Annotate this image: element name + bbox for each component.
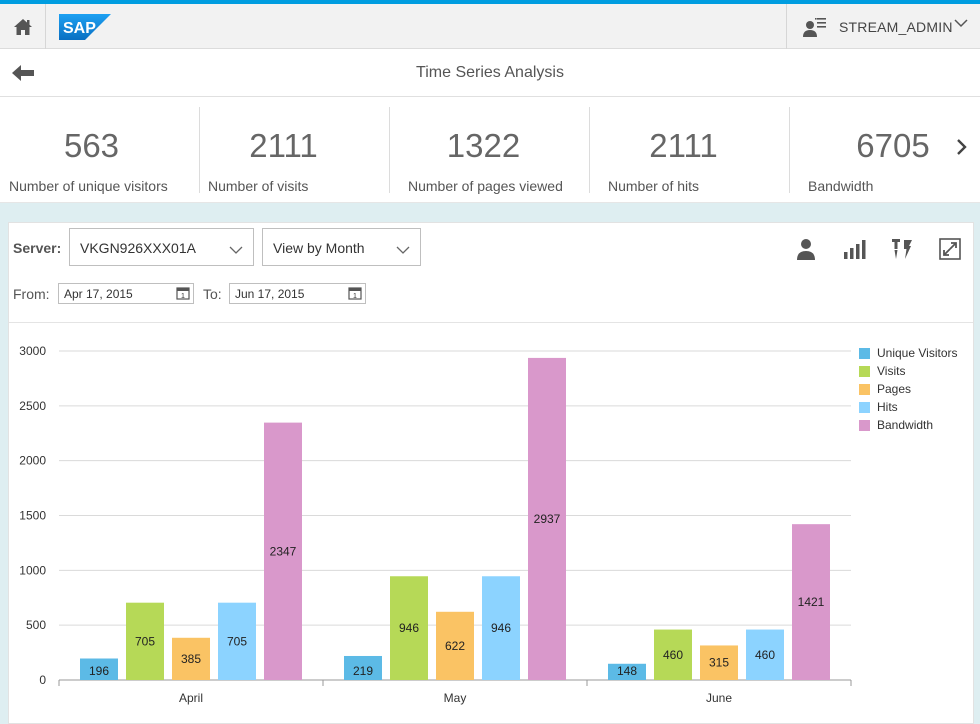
user-menu-icon — [803, 17, 826, 37]
data-label: 219 — [353, 664, 373, 678]
shell-bar: SAP STREAM_ADMIN — [0, 0, 980, 49]
data-label: 2347 — [270, 544, 297, 558]
data-label: 148 — [617, 664, 637, 678]
kpi-visits[interactable]: 2111 Number of visits — [190, 107, 390, 194]
y-tick-label: 1500 — [19, 509, 46, 523]
view-select-value: View by Month — [273, 240, 365, 256]
data-label: 385 — [181, 652, 201, 666]
calendar-icon[interactable]: 1 — [176, 286, 190, 300]
bar-chart: 0 500 1000 1500 2000 2500 3000 196 705 385 705 2347… — [19, 344, 852, 705]
data-label: 705 — [135, 634, 155, 648]
kpi-unique-visitors[interactable]: 563 Number of unique visitors — [0, 107, 200, 194]
data-label: 2937 — [534, 512, 561, 526]
panel-divider — [9, 322, 973, 323]
kpi-value: 563 — [63, 127, 120, 164]
settings-button[interactable] — [889, 236, 915, 262]
legend-swatch — [859, 419, 870, 431]
svg-text:1: 1 — [353, 293, 357, 300]
data-label: 315 — [709, 656, 729, 670]
settings-icon — [892, 239, 912, 259]
kpi-strip: 563 Number of unique visitors 2111 Numbe… — [0, 97, 980, 203]
to-label: To: — [203, 286, 222, 302]
legend-swatch — [859, 383, 870, 395]
fullscreen-button[interactable] — [937, 236, 963, 262]
kpi-value: 6705 — [856, 127, 930, 164]
chevron-down-icon — [954, 19, 968, 28]
view-select[interactable]: View by Month — [262, 228, 421, 266]
chart-type-button[interactable] — [841, 236, 867, 262]
kpi-pages[interactable]: 1322 Number of pages viewed — [390, 107, 590, 194]
legend-item[interactable]: Bandwidth — [859, 416, 957, 434]
data-label: 460 — [663, 648, 683, 662]
page-title: Time Series Analysis — [416, 64, 564, 81]
server-select-value: VKGN926XXX01A — [80, 240, 196, 256]
legend-label: Pages — [877, 382, 912, 396]
kpi-label: Number of pages viewed — [408, 178, 563, 194]
kpi-hits[interactable]: 2111 Number of hits — [590, 107, 790, 194]
fullscreen-icon — [939, 238, 961, 260]
kpi-label: Number of visits — [208, 178, 309, 194]
brand-text: SAP — [63, 20, 96, 37]
chevron-down-icon — [229, 246, 243, 254]
from-date-input[interactable]: Apr 17, 2015 1 — [58, 283, 194, 304]
data-label: 622 — [445, 639, 465, 653]
home-button[interactable] — [0, 4, 46, 49]
y-tick-label: 0 — [39, 673, 46, 687]
chevron-right-icon — [957, 139, 967, 155]
kpi-next-button[interactable] — [954, 135, 970, 159]
data-label: 946 — [399, 621, 419, 635]
kpi-label: Number of hits — [608, 178, 700, 194]
data-label: 1421 — [798, 595, 825, 609]
from-label: From: — [13, 286, 50, 302]
legend-label: Bandwidth — [877, 418, 934, 432]
kpi-label: Number of unique visitors — [9, 178, 168, 194]
legend-swatch — [859, 365, 870, 377]
user-menu[interactable]: STREAM_ADMIN — [786, 4, 980, 49]
data-label: 460 — [755, 648, 775, 662]
legend-item[interactable]: Hits — [859, 398, 957, 416]
y-tick-label: 3000 — [19, 344, 46, 358]
home-icon — [13, 18, 32, 35]
legend-label: Hits — [877, 400, 898, 414]
legend-swatch — [859, 401, 870, 413]
sap-logo: SAP — [59, 14, 111, 40]
x-tick-label: April — [179, 691, 203, 705]
data-label: 705 — [227, 634, 247, 648]
kpi-bandwidth[interactable]: 6705 Bandwidth — [790, 107, 940, 194]
legend-item[interactable]: Visits — [859, 362, 957, 380]
user-name: STREAM_ADMIN — [839, 18, 953, 35]
person-button[interactable] — [793, 236, 819, 262]
y-tick-label: 500 — [26, 618, 46, 632]
chevron-down-icon — [396, 246, 410, 254]
kpi-label: Bandwidth — [808, 178, 874, 194]
data-label: 946 — [491, 621, 511, 635]
legend-item[interactable]: Unique Visitors — [859, 344, 957, 362]
page-header: Time Series Analysis — [0, 49, 980, 97]
kpi-value: 2111 — [249, 127, 318, 164]
y-tick-label: 2000 — [19, 454, 46, 468]
kpi-value: 1322 — [446, 127, 521, 164]
data-label: 196 — [89, 664, 109, 678]
to-date-value: Jun 17, 2015 — [235, 287, 305, 301]
to-date-input[interactable]: Jun 17, 2015 1 — [229, 283, 366, 304]
x-tick-label: June — [706, 691, 732, 705]
person-icon — [797, 239, 815, 260]
svg-text:1: 1 — [181, 293, 185, 300]
server-label: Server: — [13, 240, 62, 256]
from-date-value: Apr 17, 2015 — [64, 287, 133, 301]
legend-label: Unique Visitors — [877, 346, 958, 360]
x-tick-label: May — [444, 691, 467, 705]
y-tick-label: 1000 — [19, 563, 46, 577]
calendar-icon[interactable]: 1 — [348, 286, 362, 300]
chart-legend: Unique Visitors Visits Pages Hits Bandwi… — [859, 344, 957, 434]
legend-item[interactable]: Pages — [859, 380, 957, 398]
legend-swatch — [859, 347, 870, 359]
y-tick-label: 2500 — [19, 399, 46, 413]
kpi-value: 2111 — [649, 127, 718, 164]
legend-label: Visits — [877, 364, 906, 378]
server-select[interactable]: VKGN926XXX01A — [69, 228, 254, 266]
bar-chart-icon — [844, 240, 866, 259]
